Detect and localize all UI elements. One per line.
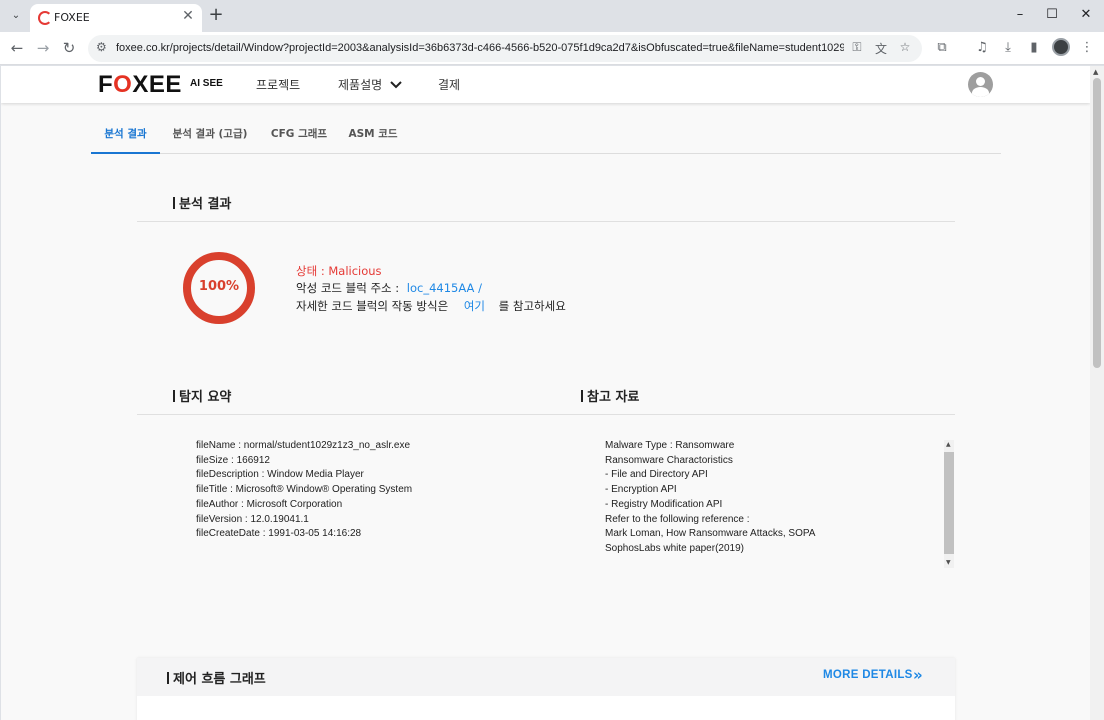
summary-line: fileSize : 166912 — [196, 454, 270, 466]
window-close-button[interactable]: ✕ — [1068, 4, 1104, 26]
reference-title-text: 참고 자료 — [587, 390, 640, 405]
cfg-graph-card: 제어 흐름 그래프 MORE DETAILS » — [137, 658, 955, 720]
browser-menu-icon[interactable]: ⋮ — [1077, 38, 1097, 58]
foxee-logo[interactable]: FOXEE — [98, 71, 182, 99]
page-scroll-up-icon[interactable]: ▲ — [1093, 68, 1098, 76]
scroll-up-arrow-icon[interactable]: ▲ — [946, 441, 951, 448]
reference-scrollbar[interactable]: ▲ ▼ — [944, 440, 954, 568]
translate-icon[interactable]: 文 — [872, 40, 890, 57]
tab-search-chevron-icon[interactable]: ⌄ — [6, 6, 26, 26]
new-tab-plus-icon[interactable]: + — [206, 5, 226, 25]
bookmark-star-icon[interactable]: ☆ — [896, 40, 914, 54]
detail-here-link[interactable]: 여기 — [464, 299, 485, 313]
reference-section-title: 참고 자료 — [581, 386, 639, 405]
block-address-label: 악성 코드 블럭 주소 : — [296, 281, 400, 295]
gauge-percent-label: 100% — [198, 279, 240, 294]
reference-line: Malware Type : Ransomware — [605, 440, 735, 451]
analysis-section-title: 분석 결과 — [173, 193, 231, 212]
page-scrollbar[interactable]: ▲ — [1090, 66, 1104, 720]
side-panel-icon[interactable]: ▮ — [1024, 38, 1044, 58]
detail-reference-line: 자세한 코드 블럭의 작동 방식은 여기 를 참고하세요 — [296, 298, 566, 314]
reference-line: - Encryption API — [605, 484, 677, 496]
window-maximize-button[interactable]: ☐ — [1034, 4, 1070, 26]
malicious-block-line: 악성 코드 블럭 주소 : loc_4415AA / — [296, 280, 482, 296]
browser-tabstrip: ⌄ FOXEE ✕ + – ☐ ✕ — [0, 0, 1104, 32]
cfg-section-title: 제어 흐름 그래프 — [167, 668, 266, 687]
media-controls-icon[interactable]: ♫ — [972, 38, 992, 58]
summary-line: fileVersion : 12.0.19041.1 — [196, 513, 309, 525]
tab-analysis-result[interactable]: 분석 결과 — [91, 116, 160, 154]
logo-o-letter: O — [113, 71, 133, 98]
cfg-title-text: 제어 흐름 그래프 — [173, 672, 266, 687]
status-text: 상태 : Malicious — [296, 264, 382, 278]
divider — [137, 221, 955, 222]
address-bar[interactable]: ⚙ foxee.co.kr/projects/detail/Window?pro… — [88, 35, 922, 62]
forward-arrow-icon[interactable]: → — [32, 37, 54, 59]
divider — [137, 414, 955, 415]
nav-projects[interactable]: 프로젝트 — [256, 76, 300, 93]
reference-scroll-thumb[interactable] — [944, 452, 954, 554]
result-tabs: 분석 결과 분석 결과 (고급) CFG 그래프 ASM 코드 — [91, 116, 1001, 154]
tab-asm-code[interactable]: ASM 코드 — [347, 116, 399, 154]
more-details-link[interactable]: MORE DETAILS — [823, 669, 913, 681]
detail-suffix-text: 를 참고하세요 — [498, 299, 566, 313]
reference-line: - Registry Modification API — [605, 498, 723, 510]
browser-tab-title: FOXEE — [54, 11, 90, 24]
extensions-puzzle-icon[interactable]: ⧉ — [932, 38, 952, 58]
back-arrow-icon[interactable]: ← — [6, 37, 28, 59]
browser-tab[interactable]: FOXEE ✕ — [30, 4, 202, 32]
cfg-card-header: 제어 흐름 그래프 MORE DETAILS » — [137, 658, 955, 696]
summary-line: fileCreateDate : 1991-03-05 14:16:28 — [196, 528, 362, 540]
summary-line: fileDescription : Window Media Player — [196, 469, 364, 481]
reference-line: Mark Loman, How Ransomware Attacks, SOPA — [605, 528, 816, 540]
tab-close-icon[interactable]: ✕ — [180, 8, 196, 24]
downloads-icon[interactable]: ⤓ — [998, 38, 1018, 58]
reference-line: Ransomware Charactoristics — [605, 454, 733, 466]
logo-text: FOXEE — [98, 71, 182, 98]
scroll-down-arrow-icon[interactable]: ▼ — [946, 559, 951, 566]
window-minimize-button[interactable]: – — [1002, 4, 1038, 26]
nav-product-label: 제품설명 — [338, 78, 383, 92]
summary-line: fileName : normal/student1029z1z3_no_asl… — [196, 440, 411, 451]
summary-section-title: 탐지 요약 — [173, 386, 231, 405]
page-scroll-thumb[interactable] — [1093, 78, 1101, 368]
analysis-title-text: 분석 결과 — [179, 197, 232, 212]
chevron-down-icon — [390, 81, 402, 89]
reference-line: - File and Directory API — [605, 469, 708, 481]
user-avatar-icon[interactable] — [968, 72, 993, 97]
summary-title-text: 탐지 요약 — [179, 390, 232, 405]
file-summary-list: fileName : normal/student1029z1z3_no_asl… — [196, 439, 412, 542]
nav-product[interactable]: 제품설명 — [338, 76, 402, 93]
page-viewport: FOXEE AI SEE 프로젝트 제품설명 결제 분석 결과 분석 결과 (고… — [1, 66, 1090, 720]
block-address-link[interactable]: loc_4415AA / — [407, 281, 482, 295]
tab-analysis-advanced[interactable]: 분석 결과 (고급) — [170, 116, 250, 154]
summary-line: fileAuthor : Microsoft Corporation — [196, 498, 343, 510]
url-text[interactable]: foxee.co.kr/projects/detail/Window?proje… — [116, 42, 844, 54]
browser-profile-avatar[interactable] — [1052, 38, 1070, 56]
reference-list: Malware Type : Ransomware Ransomware Cha… — [605, 439, 815, 557]
app-header: FOXEE AI SEE 프로젝트 제품설명 결제 — [1, 66, 1090, 103]
reload-icon[interactable]: ↻ — [58, 37, 80, 59]
detail-prefix-text: 자세한 코드 블럭의 작동 방식은 — [296, 299, 449, 313]
reference-line: SophosLabs white paper(2019) — [605, 542, 744, 554]
double-chevron-right-icon[interactable]: » — [913, 666, 923, 684]
logo-subtitle: AI SEE — [190, 78, 223, 89]
summary-line: fileTitle : Microsoft® Window® Operating… — [196, 484, 413, 496]
nav-payment[interactable]: 결제 — [438, 76, 460, 93]
reference-line: Refer to the following reference : — [605, 513, 750, 525]
tab-cfg-graph[interactable]: CFG 그래프 — [269, 116, 329, 154]
site-favicon-icon — [38, 11, 52, 25]
password-key-icon[interactable]: ⚿ — [848, 40, 866, 55]
site-info-icon[interactable]: ⚙ — [96, 40, 107, 54]
